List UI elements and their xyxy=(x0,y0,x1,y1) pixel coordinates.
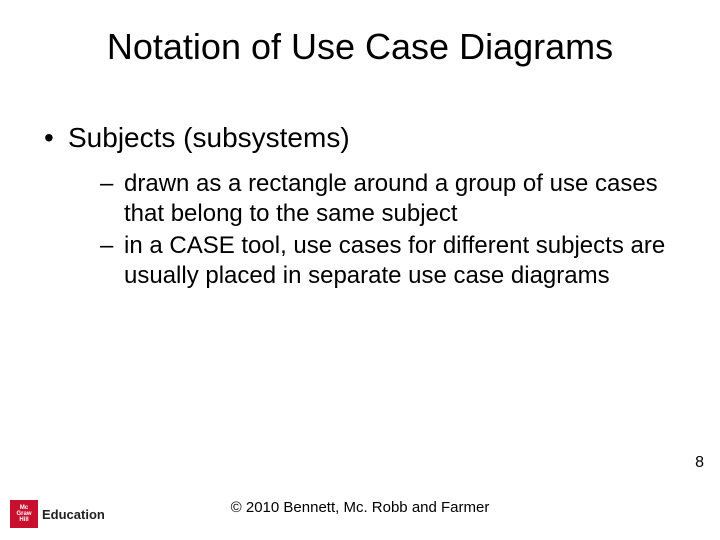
sub-bullet-case-tool: in a CASE tool, use cases for different … xyxy=(100,231,680,291)
sub-bullet-text: drawn as a rectangle around a group of u… xyxy=(124,170,658,227)
sub-bullet-rectangle: drawn as a rectangle around a group of u… xyxy=(100,169,680,229)
bullet-list: Subjects (subsystems) drawn as a rectang… xyxy=(40,120,680,291)
logo-brand-text: Education xyxy=(42,507,105,522)
page-number: 8 xyxy=(695,454,704,472)
slide-body: Subjects (subsystems) drawn as a rectang… xyxy=(40,120,680,301)
slide: Notation of Use Case Diagrams Subjects (… xyxy=(0,0,720,540)
bullet-subjects: Subjects (subsystems) drawn as a rectang… xyxy=(40,120,680,291)
publisher-logo: Mc Graw Hill Education xyxy=(10,500,105,528)
copyright-text: © 2010 Bennett, Mc. Robb and Farmer xyxy=(0,499,720,516)
slide-title: Notation of Use Case Diagrams xyxy=(0,26,720,68)
sub-bullet-list: drawn as a rectangle around a group of u… xyxy=(68,169,680,291)
sub-bullet-text: in a CASE tool, use cases for different … xyxy=(124,232,665,289)
mcgraw-hill-icon: Mc Graw Hill xyxy=(10,500,38,528)
logo-line-3: Hill xyxy=(19,517,28,523)
bullet-text: Subjects (subsystems) xyxy=(68,122,350,153)
